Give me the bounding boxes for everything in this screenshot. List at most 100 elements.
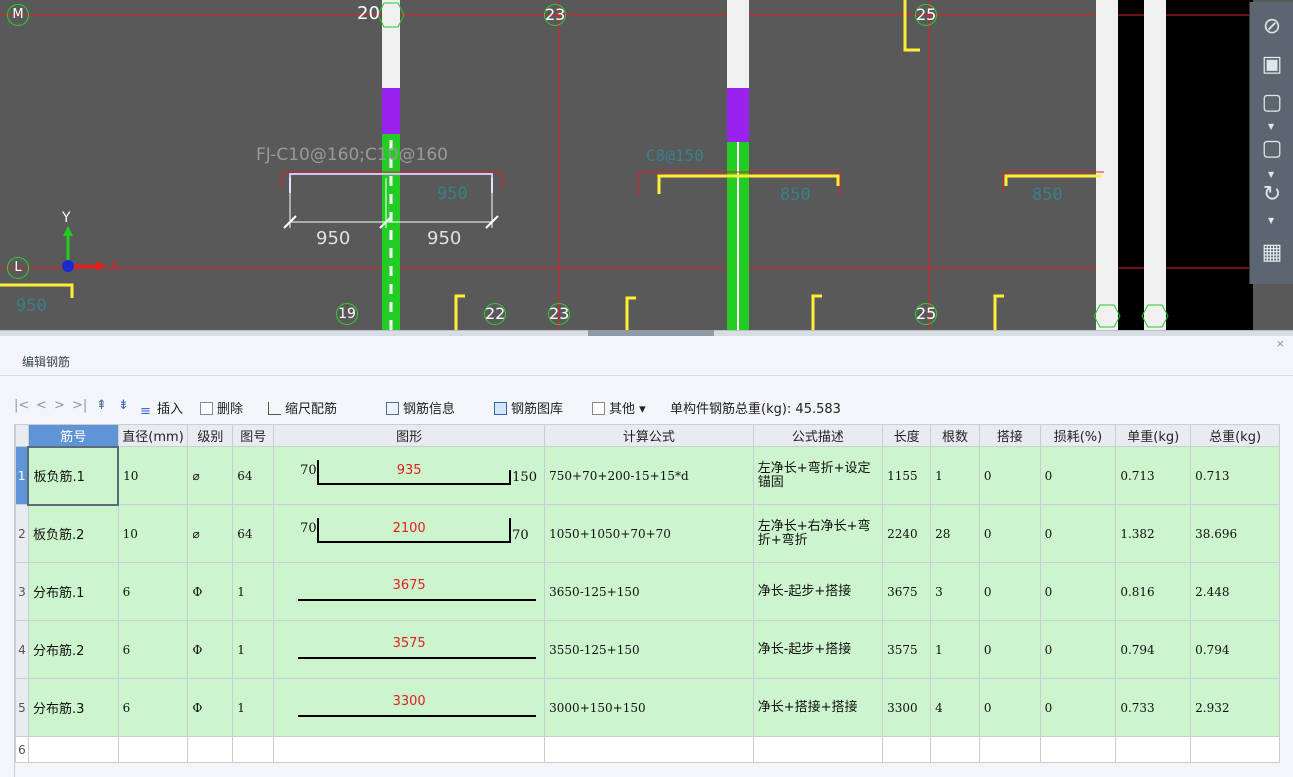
cell-total[interactable]: 0.713 <box>1190 446 1280 505</box>
row-number[interactable]: 5 <box>15 678 29 737</box>
table-row[interactable]: 2 板负筋.2 10 ⌀ 64 70 2100 70 1050+1050+70+70 左净长+右净… <box>15 504 1280 563</box>
rebar-annotation-c8[interactable]: C8@150 <box>646 146 704 165</box>
cell-formula[interactable]: 750+70+200-15+15*d <box>544 446 754 505</box>
cell-len[interactable]: 3675 <box>882 562 932 621</box>
rebar-info-button[interactable]: 钢筋信息 <box>386 398 455 417</box>
cell-unit[interactable]: 0.713 <box>1115 446 1192 505</box>
cell-name[interactable] <box>27 736 119 763</box>
table-row[interactable]: 5 分布筋.3 6 Φ 1 3300 3000+150+150 净长+搭接+搭接 3300 4 0 0… <box>15 678 1280 737</box>
cell-lap[interactable] <box>978 736 1041 763</box>
cell-lap[interactable]: 0 <box>978 504 1041 563</box>
rebar-annotation-fj[interactable]: FJ-C10@160;C10@160 <box>256 145 448 165</box>
column-header[interactable]: 长度 <box>882 424 932 447</box>
cell-formula[interactable]: 3550-125+150 <box>544 620 754 679</box>
chevron-down-icon[interactable]: ▼ <box>1268 216 1274 225</box>
cell-count[interactable] <box>930 736 980 763</box>
cell-loss[interactable]: 0 <box>1039 504 1117 563</box>
table-row[interactable]: 3 分布筋.1 6 Φ 1 3675 3650-125+150 净长-起步+搭接 3675 3 0 0… <box>15 562 1280 621</box>
row-number[interactable]: 1 <box>15 446 29 505</box>
cell-dia[interactable]: 10 <box>117 504 189 563</box>
cad-viewport[interactable]: M 20 23 25 L 19 22 23 25 FJ-C10@160;C10@… <box>0 0 1293 330</box>
cell-lap[interactable]: 0 <box>978 446 1041 505</box>
orbit-icon[interactable]: ⊘ <box>1256 12 1288 44</box>
cell-formula[interactable]: 1050+1050+70+70 <box>544 504 754 563</box>
other-dropdown[interactable]: 其他 ▾ <box>592 398 646 417</box>
table-row[interactable]: 1 板负筋.1 10 ⌀ 64 70 935 150 750+70+200-15+15*d 左净长… <box>15 445 1280 506</box>
row-number[interactable]: 6 <box>15 736 29 763</box>
cell-desc[interactable]: 净长-起步+搭接 <box>752 620 884 679</box>
cell-grade[interactable]: ⌀ <box>187 504 234 563</box>
cell-desc[interactable]: 左净长+右净长+弯折+弯折 <box>752 504 884 563</box>
rotate-icon[interactable]: ↻ <box>1256 180 1288 212</box>
cell-lap[interactable]: 0 <box>978 620 1041 679</box>
cell-count[interactable]: 28 <box>930 504 980 563</box>
cell-unit[interactable]: 0.794 <box>1115 620 1192 679</box>
move-up-icon[interactable]: ⇞ <box>96 398 107 413</box>
cell-fig[interactable] <box>232 736 275 763</box>
delete-button[interactable]: 删除 <box>200 398 243 417</box>
cell-shape[interactable]: 70 2100 70 <box>273 504 546 563</box>
cell-loss[interactable]: 0 <box>1039 620 1117 679</box>
cell-grade[interactable]: Φ <box>187 620 234 679</box>
cell-unit[interactable] <box>1115 736 1192 763</box>
cell-count[interactable]: 4 <box>930 678 980 737</box>
cell-fig[interactable]: 64 <box>232 504 275 563</box>
cell-name[interactable]: 板负筋.1 <box>27 445 120 506</box>
cell-len[interactable]: 2240 <box>882 504 932 563</box>
cell-name[interactable]: 分布筋.3 <box>27 678 119 737</box>
cell-dia[interactable]: 6 <box>117 620 189 679</box>
column-header[interactable]: 直径(mm) <box>117 424 189 447</box>
cell-desc[interactable]: 净长-起步+搭接 <box>752 562 884 621</box>
cell-desc[interactable]: 净长+搭接+搭接 <box>752 678 884 737</box>
cell-total[interactable]: 0.794 <box>1190 620 1280 679</box>
cell-total[interactable]: 38.696 <box>1190 504 1280 563</box>
column-header[interactable]: 计算公式 <box>544 424 754 447</box>
close-icon[interactable]: × <box>1276 337 1285 350</box>
rebar-library-button[interactable]: 钢筋图库 <box>494 398 563 417</box>
cell-name[interactable]: 分布筋.1 <box>27 562 119 621</box>
cell-lap[interactable]: 0 <box>978 562 1041 621</box>
cell-unit[interactable]: 0.816 <box>1115 562 1192 621</box>
column-header[interactable]: 搭接 <box>978 424 1041 447</box>
column-header[interactable]: 图形 <box>273 424 546 447</box>
cell-formula[interactable]: 3000+150+150 <box>544 678 754 737</box>
cell-grade[interactable]: ⌀ <box>187 446 234 505</box>
cell-grade[interactable]: Φ <box>187 562 234 621</box>
cell-name[interactable]: 板负筋.2 <box>27 504 119 563</box>
cell-formula[interactable]: 3650-125+150 <box>544 562 754 621</box>
last-record-button[interactable]: >| <box>72 398 87 413</box>
cell-fig[interactable]: 64 <box>232 446 275 505</box>
cell-fig[interactable]: 1 <box>232 678 275 737</box>
prev-record-button[interactable]: < <box>36 398 47 413</box>
cell-fig[interactable]: 1 <box>232 562 275 621</box>
box-view-icon[interactable]: ▢ <box>1256 88 1288 120</box>
cell-shape[interactable]: 3300 <box>273 678 546 737</box>
row-number[interactable]: 3 <box>15 562 29 621</box>
insert-button[interactable]: ≡ 插入 <box>140 398 183 419</box>
cell-dia[interactable]: 6 <box>117 562 189 621</box>
row-number[interactable]: 4 <box>15 620 29 679</box>
column-header[interactable]: 总重(kg) <box>1190 424 1280 447</box>
shape-main-length[interactable]: 3575 <box>275 636 544 651</box>
column-header[interactable]: 级别 <box>187 424 234 447</box>
cell-count[interactable]: 1 <box>930 446 980 505</box>
cell-unit[interactable]: 0.733 <box>1115 678 1192 737</box>
scale-rebar-button[interactable]: 缩尺配筋 <box>268 398 337 417</box>
cell-len[interactable] <box>882 736 932 763</box>
cell-dia[interactable]: 6 <box>117 678 189 737</box>
table-row[interactable]: 6 <box>15 736 1280 763</box>
cell-loss[interactable]: 0 <box>1039 562 1117 621</box>
chevron-down-icon[interactable]: ▼ <box>1268 170 1274 179</box>
cell-name[interactable]: 分布筋.2 <box>27 620 119 679</box>
cell-count[interactable]: 3 <box>930 562 980 621</box>
chevron-down-icon[interactable]: ▼ <box>1268 122 1274 131</box>
table-row[interactable]: 4 分布筋.2 6 Φ 1 3575 3550-125+150 净长-起步+搭接 3575 1 0 0… <box>15 620 1280 679</box>
cell-total[interactable]: 2.448 <box>1190 562 1280 621</box>
cell-shape[interactable]: 3675 <box>273 562 546 621</box>
cell-total[interactable] <box>1190 736 1280 763</box>
move-down-icon[interactable]: ⇟ <box>118 398 129 413</box>
cell-shape[interactable]: 3575 <box>273 620 546 679</box>
shape-main-length[interactable]: 935 <box>275 463 544 478</box>
cell-loss[interactable]: 0 <box>1039 678 1117 737</box>
cell-shape[interactable] <box>273 736 546 763</box>
